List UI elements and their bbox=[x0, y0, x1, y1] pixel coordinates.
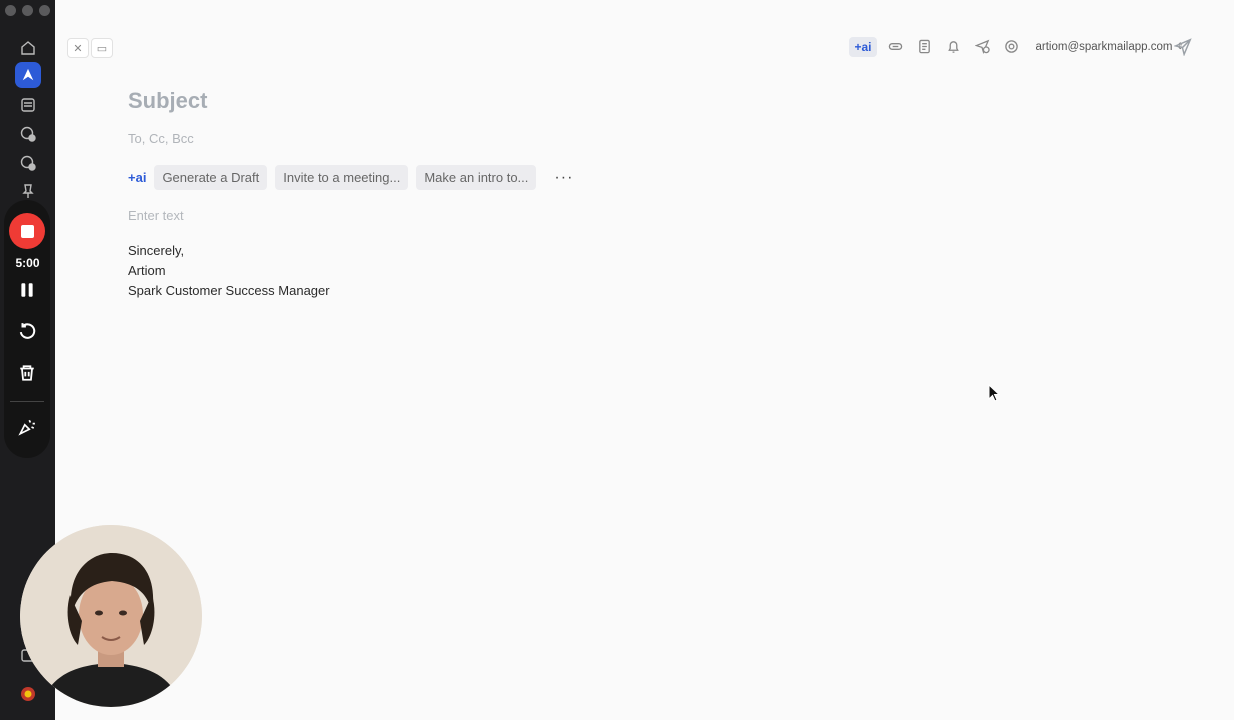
pause-icon bbox=[21, 283, 33, 297]
window-icon: ▭ bbox=[96, 42, 108, 55]
pin-icon[interactable] bbox=[18, 181, 38, 201]
effects-icon bbox=[18, 419, 35, 436]
spark-logo-icon[interactable] bbox=[15, 62, 41, 88]
recording-timer: 5:00 bbox=[15, 256, 40, 270]
minimize-compose-button[interactable]: ▭ bbox=[91, 38, 113, 58]
home-icon[interactable] bbox=[18, 38, 38, 58]
stop-recording-button[interactable] bbox=[9, 213, 45, 249]
signature-block: Sincerely, Artiom Spark Customer Success… bbox=[128, 241, 330, 301]
trash-icon bbox=[20, 365, 34, 381]
invite-meeting-button[interactable]: Invite to a meeting... bbox=[275, 165, 409, 190]
signature-line: Sincerely, bbox=[128, 243, 185, 258]
settings-badge-icon[interactable] bbox=[18, 153, 38, 173]
ai-label: +ai bbox=[128, 170, 147, 185]
webcam-video bbox=[20, 525, 202, 707]
generate-draft-button[interactable]: Generate a Draft bbox=[154, 165, 268, 190]
template-icon[interactable] bbox=[914, 36, 935, 57]
make-intro-button[interactable]: Make an intro to... bbox=[416, 165, 537, 190]
restart-icon bbox=[19, 323, 36, 339]
restart-button[interactable] bbox=[16, 320, 38, 342]
stop-icon bbox=[20, 224, 34, 238]
more-actions-button[interactable]: ··· bbox=[554, 169, 573, 187]
presenter-video-image bbox=[20, 525, 202, 707]
bell-icon[interactable] bbox=[943, 36, 964, 57]
send-icon[interactable] bbox=[1174, 38, 1192, 56]
message-body-field[interactable]: Enter text bbox=[128, 208, 184, 223]
signature-line: Spark Customer Success Manager bbox=[128, 283, 330, 298]
close-window-button[interactable] bbox=[5, 5, 16, 16]
ai-assistant-button[interactable]: +ai bbox=[849, 36, 877, 57]
close-compose-button[interactable]: ✕ bbox=[67, 38, 89, 58]
zoom-window-button[interactable] bbox=[39, 5, 50, 16]
attachment-icon[interactable] bbox=[885, 36, 906, 57]
send-later-icon[interactable] bbox=[972, 36, 993, 57]
from-account-select[interactable]: artiom@sparkmailapp.com ⇕ bbox=[1036, 41, 1185, 53]
subject-field[interactable]: Subject bbox=[128, 88, 207, 114]
close-icon: ✕ bbox=[73, 42, 83, 55]
compose-toolbar: +ai artiom@sparkmailapp.com ⇕ bbox=[849, 36, 1184, 57]
divider bbox=[10, 401, 44, 402]
delete-recording-button[interactable] bbox=[16, 362, 38, 384]
clock-badge-icon[interactable] bbox=[18, 124, 38, 144]
signature-line: Artiom bbox=[128, 263, 166, 278]
effects-button[interactable] bbox=[16, 416, 38, 438]
pause-button[interactable] bbox=[16, 279, 38, 301]
recipients-field[interactable]: To, Cc, Bcc bbox=[128, 131, 194, 146]
mouse-cursor-icon bbox=[988, 384, 1000, 402]
compose-window: ✕ ▭ +ai artiom@sparkmailapp.com ⇕ Subjec… bbox=[56, 0, 1234, 720]
minimize-window-button[interactable] bbox=[22, 5, 33, 16]
inbox-icon[interactable] bbox=[18, 95, 38, 115]
ai-actions-bar: +ai Generate a Draft Invite to a meeting… bbox=[128, 165, 573, 190]
from-account-label: artiom@sparkmailapp.com bbox=[1035, 40, 1173, 53]
window-controls bbox=[5, 5, 50, 16]
mention-icon[interactable] bbox=[1001, 36, 1022, 57]
app-badge-icon[interactable] bbox=[18, 684, 38, 704]
